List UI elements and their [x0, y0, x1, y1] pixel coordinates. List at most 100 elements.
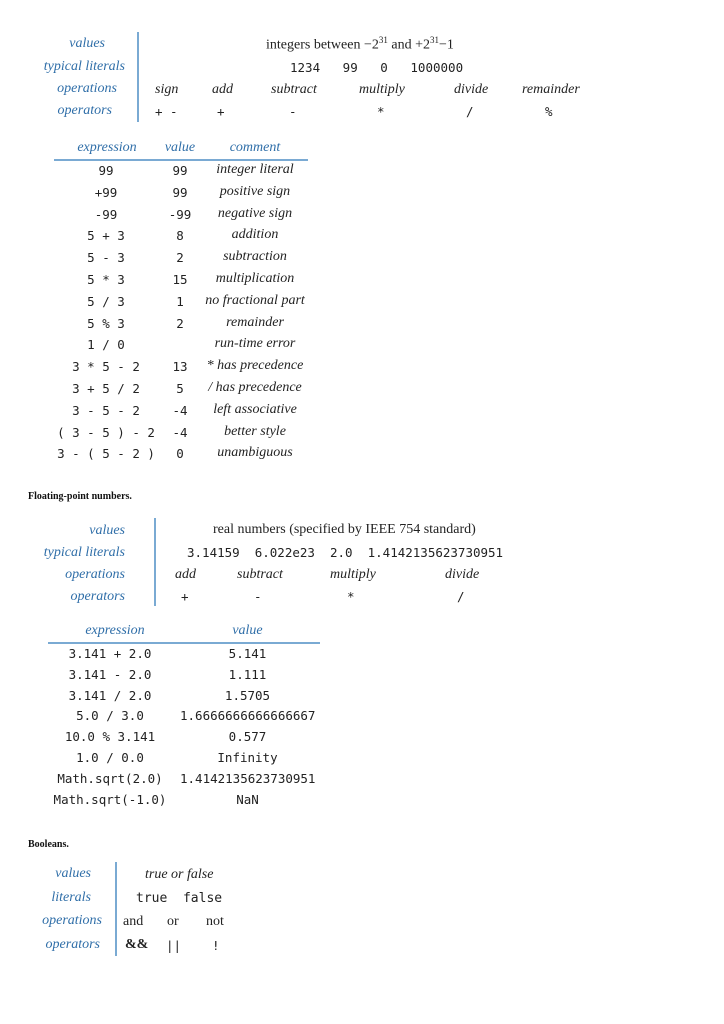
float-row-value: 1.6666666666666667 — [180, 708, 316, 724]
float-row-expression: 1.0 / 0.0 — [76, 750, 144, 765]
float-label-operators: operators — [70, 589, 125, 604]
float-row-value: 1.111 — [228, 666, 267, 682]
int-row-comment: * has precedence — [206, 358, 304, 374]
float-label-values: values — [89, 523, 125, 538]
int-row-value: 13 — [172, 359, 188, 375]
int-row-comment: subtraction — [223, 249, 287, 265]
float-row-value: Infinity — [217, 750, 278, 765]
bool-operator-not: ! — [212, 938, 220, 953]
int-operator-divide: / — [466, 104, 474, 119]
int-operator-subtract: - — [289, 104, 297, 119]
float-row-value: NaN — [236, 791, 259, 807]
int-operator-remainder: % — [545, 104, 553, 119]
int-label-literals: typical literals — [43, 59, 125, 74]
bool-label-operators: operators — [45, 937, 100, 952]
int-operator-sign: + - — [155, 104, 178, 119]
int-row-comment: unambiguous — [217, 445, 293, 461]
int-row-expression: 1 / 0 — [87, 337, 125, 353]
int-row-comment: / has precedence — [208, 380, 302, 395]
int-row-expression: +99 — [94, 184, 118, 200]
float-op-divide: divide — [445, 567, 480, 582]
bool-label-literals: literals — [51, 890, 91, 905]
int-row-value: 99 — [172, 184, 188, 200]
int-op-divide: divide — [454, 82, 489, 97]
float-op-add: add — [175, 567, 196, 582]
bool-operator-and: && — [125, 937, 149, 952]
int-label-operations: operations — [57, 81, 117, 96]
int-row-comment: positive sign — [219, 183, 291, 199]
int-label-values: values — [69, 36, 105, 51]
int-row-expression: 99 — [98, 163, 114, 178]
bool-values-text: true or false — [145, 867, 214, 882]
int-row-expression: ( 3 - 5 ) - 2 — [57, 424, 155, 440]
int-row-value: -99 — [168, 206, 192, 222]
float-operator-divide: / — [457, 589, 465, 604]
int-op-remainder: remainder — [522, 82, 580, 97]
int-literals: 1234 99 0 1000000 — [290, 60, 464, 75]
float-operator-add: + — [181, 589, 189, 604]
int-row-expression: 5 / 3 — [87, 293, 125, 309]
float-operator-subtract: - — [254, 589, 262, 604]
float-row-expression: 10.0 % 3.141 — [64, 729, 156, 745]
bool-label-values: values — [55, 866, 91, 881]
int-header-comment: comment — [229, 140, 281, 155]
int-op-sign: sign — [155, 82, 179, 97]
int-op-multiply: multiply — [359, 82, 405, 97]
int-header-expression: expression — [77, 140, 137, 155]
int-row-comment: left associative — [213, 401, 297, 417]
int-row-value: 2 — [176, 315, 184, 331]
float-section-title: Floating-point numbers. — [28, 491, 132, 502]
float-table-header-rule — [48, 642, 320, 644]
int-row-expression: 3 + 5 / 2 — [72, 381, 140, 396]
float-row-expression: 3.141 / 2.0 — [68, 687, 152, 703]
bool-op-not: not — [206, 914, 224, 929]
float-op-subtract: subtract — [237, 567, 283, 582]
float-row-expression: 3.141 + 2.0 — [68, 646, 152, 661]
int-op-subtract: subtract — [271, 82, 317, 97]
float-row-value: 5.141 — [228, 646, 267, 661]
float-row-value: 1.4142135623730951 — [180, 770, 316, 786]
int-row-expression: 5 - 3 — [87, 250, 125, 266]
float-row-value: 0.577 — [228, 729, 267, 745]
int-row-expression: 3 - 5 - 2 — [72, 402, 140, 418]
int-label-operators: operators — [57, 103, 112, 118]
int-values-text: integers between −231 and +231−1 — [266, 35, 454, 53]
int-row-comment: multiplication — [215, 271, 295, 286]
int-row-expression: 3 - ( 5 - 2 ) — [57, 446, 155, 462]
int-row-expression: 5 * 3 — [87, 272, 125, 287]
float-values-text: real numbers (specified by IEEE 754 stan… — [213, 522, 476, 537]
int-operator-multiply: * — [377, 104, 385, 119]
int-row-value: -4 — [172, 402, 188, 418]
int-row-comment: run-time error — [214, 336, 296, 352]
int-operator-add: + — [217, 104, 225, 119]
int-row-value: 8 — [176, 228, 184, 244]
int-header-value: value — [164, 140, 196, 155]
int-row-comment: integer literal — [216, 162, 294, 177]
int-row-expression: 3 * 5 - 2 — [72, 359, 140, 375]
int-row-value: 5 — [176, 381, 184, 396]
bool-summary-divider — [115, 862, 117, 956]
int-op-add: add — [212, 82, 233, 97]
int-row-value: 0 — [176, 446, 184, 462]
float-row-expression: 5.0 / 3.0 — [76, 708, 144, 724]
float-summary-divider — [154, 518, 156, 606]
float-operator-multiply: * — [347, 589, 355, 604]
bool-literals: true false — [136, 891, 223, 906]
bool-op-or: or — [167, 914, 179, 929]
int-row-value: 99 — [172, 163, 188, 178]
bool-operator-or: || — [166, 938, 182, 953]
int-row-expression: 5 % 3 — [87, 315, 125, 331]
int-row-comment: no fractional part — [205, 292, 305, 308]
int-table-header-rule — [54, 159, 308, 161]
bool-section-title: Booleans. — [28, 839, 69, 850]
float-row-value: 1.5705 — [224, 687, 271, 703]
int-row-value: -4 — [172, 424, 188, 440]
float-op-multiply: multiply — [330, 567, 376, 582]
int-row-value: 15 — [172, 272, 188, 287]
bool-label-operations: operations — [42, 913, 102, 928]
float-row-expression: Math.sqrt(-1.0) — [53, 791, 167, 807]
int-row-expression: -99 — [94, 206, 118, 222]
int-row-value: 1 — [176, 293, 184, 309]
int-row-comment: addition — [231, 227, 279, 243]
int-summary-divider — [137, 32, 139, 122]
